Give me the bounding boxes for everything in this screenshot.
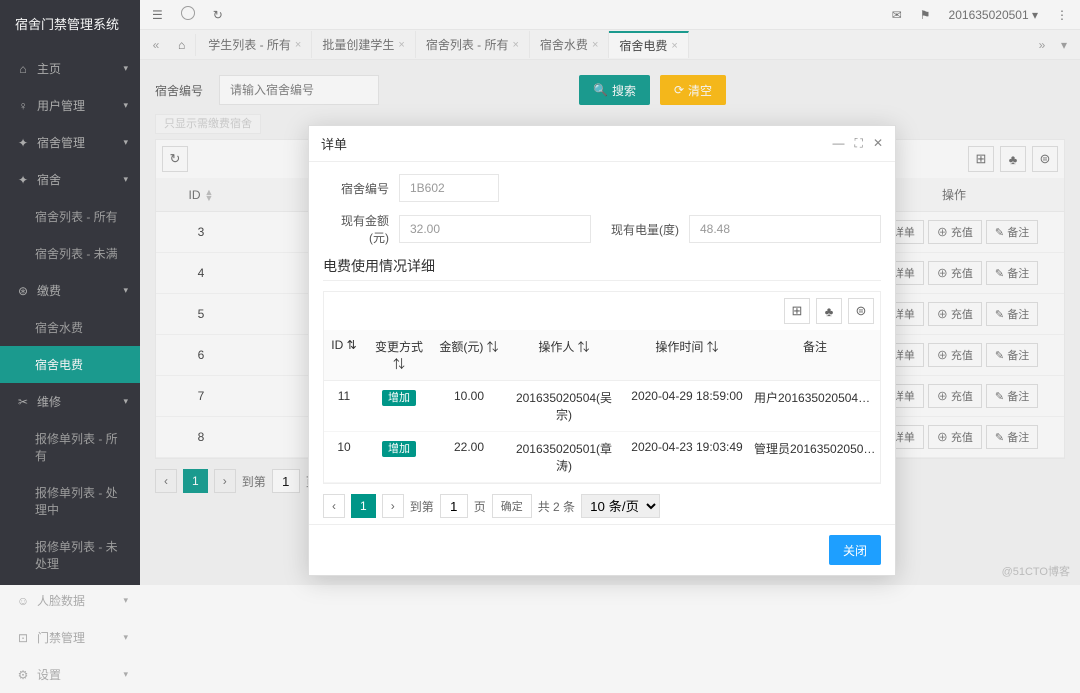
dlg-prev[interactable]: ‹ xyxy=(323,494,345,518)
detail-row: 10增加22.00201635020501(章涛)2020-04-23 19:0… xyxy=(324,432,880,483)
menu-icon: ⚙ xyxy=(15,668,31,682)
section-title: 电费使用情况详细 xyxy=(323,256,881,285)
detail-dialog: 详单 — ⛶ ✕ 宿舍编号 1B602 现有金额(元) 32.00 现有电量(度… xyxy=(308,125,896,576)
chevron-down-icon: ▾ xyxy=(123,595,128,606)
money-value: 32.00 xyxy=(399,215,591,243)
dcol-way[interactable]: 变更方式 ⇅ xyxy=(364,330,434,380)
dialog-title: 详单 xyxy=(321,134,347,153)
change-type-tag: 增加 xyxy=(382,390,416,406)
chevron-down-icon: ▾ xyxy=(123,632,128,643)
sidebar-item[interactable]: ⊡门禁管理▾ xyxy=(0,619,140,656)
dlg-page-1[interactable]: 1 xyxy=(351,494,376,518)
maximize-icon[interactable]: ⛶ xyxy=(855,136,863,151)
power-value: 48.48 xyxy=(689,215,881,243)
dlg-page-size[interactable]: 10 条/页 xyxy=(581,494,660,518)
chevron-down-icon: ▾ xyxy=(123,669,128,680)
change-type-tag: 增加 xyxy=(382,441,416,457)
watermark: @51CTO博客 xyxy=(1002,563,1070,579)
dlg-columns-icon[interactable]: ⊞ xyxy=(784,298,810,324)
minimize-icon[interactable]: — xyxy=(833,136,845,151)
dlg-print-icon[interactable]: ⊜ xyxy=(848,298,874,324)
dlg-next[interactable]: › xyxy=(382,494,404,518)
dlg-page-input[interactable] xyxy=(440,494,468,518)
dialog-pager: ‹ 1 › 到第 页 确定 共 2 条 10 条/页 xyxy=(323,494,881,518)
sidebar-item[interactable]: ⚙设置▾ xyxy=(0,656,140,693)
dlg-export-icon[interactable]: ♣ xyxy=(816,298,842,324)
dorm-label: 宿舍编号 xyxy=(323,180,389,197)
dcol-time[interactable]: 操作时间 ⇅ xyxy=(624,330,750,380)
dcol-note: 备注 xyxy=(750,330,880,380)
close-icon[interactable]: ✕ xyxy=(873,136,883,151)
power-label: 现有电量(度) xyxy=(601,221,679,238)
dcol-amt[interactable]: 金额(元) ⇅ xyxy=(434,330,504,380)
dcol-id[interactable]: ID ⇅ xyxy=(324,330,364,380)
sidebar-item[interactable]: ☺人脸数据▾ xyxy=(0,582,140,619)
menu-icon: ⊡ xyxy=(15,631,31,645)
detail-row: 11增加10.00201635020504(吴宗)2020-04-29 18:5… xyxy=(324,381,880,432)
dlg-goto[interactable]: 确定 xyxy=(492,494,532,518)
dcol-op[interactable]: 操作人 ⇅ xyxy=(504,330,624,380)
dorm-value: 1B602 xyxy=(399,174,499,202)
close-button[interactable]: 关闭 xyxy=(829,535,881,565)
detail-table: ⊞ ♣ ⊜ ID ⇅ 变更方式 ⇅ 金额(元) ⇅ 操作人 ⇅ 操作时间 ⇅ 备… xyxy=(323,291,881,484)
money-label: 现有金额(元) xyxy=(323,212,389,246)
menu-icon: ☺ xyxy=(15,594,31,608)
